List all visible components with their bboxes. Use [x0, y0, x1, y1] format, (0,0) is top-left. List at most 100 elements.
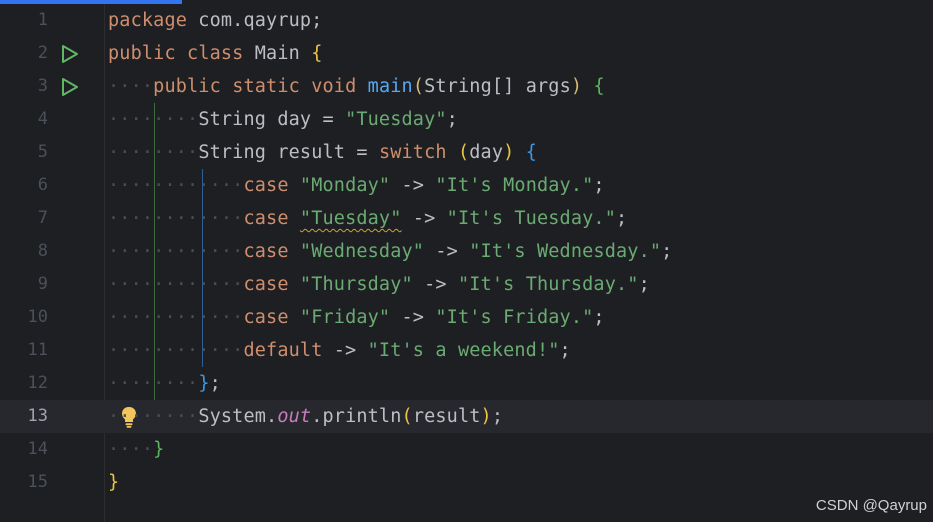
whitespace-dots: ············: [108, 307, 244, 328]
code-line[interactable]: 4 ········String day = "Tuesday";: [0, 103, 933, 136]
line-number[interactable]: 3: [0, 70, 48, 103]
line-number[interactable]: 12: [0, 367, 48, 400]
code-text[interactable]: }: [108, 466, 119, 499]
code-line[interactable]: 7 ············case "Tuesday" -> "It's Tu…: [0, 202, 933, 235]
line-number[interactable]: 9: [0, 268, 48, 301]
code-line[interactable]: 11 ············default -> "It's a weeken…: [0, 334, 933, 367]
string-literal: "It's a weekend!": [367, 340, 560, 361]
semicolon: ;: [616, 208, 628, 229]
whitespace-dots: ········: [108, 142, 199, 163]
run-icon[interactable]: [60, 77, 80, 97]
keyword: public: [153, 76, 221, 97]
string-literal: "Thursday": [299, 274, 413, 295]
paren: (: [412, 76, 425, 97]
code-text[interactable]: ········};: [108, 367, 221, 400]
code-line[interactable]: 9 ············case "Thursday" -> "It's T…: [0, 268, 933, 301]
line-number[interactable]: 14: [0, 433, 48, 466]
code-line[interactable]: 5 ········String result = switch (day) {: [0, 136, 933, 169]
string-literal: "It's Friday.": [435, 307, 594, 328]
paren: ): [480, 406, 492, 427]
variable: day: [469, 142, 504, 163]
brace: }: [108, 472, 120, 493]
line-number[interactable]: 8: [0, 235, 48, 268]
code-text[interactable]: ········String result = switch (day) {: [108, 136, 537, 169]
semicolon: ;: [491, 406, 504, 427]
whitespace-dots: ············: [108, 175, 244, 196]
string-literal: "It's Tuesday.": [446, 208, 616, 229]
method-name: main: [367, 76, 413, 97]
code-text[interactable]: ············case "Tuesday" -> "It's Tues…: [108, 202, 627, 235]
brace: {: [593, 76, 605, 97]
string-literal: "Tuesday": [345, 109, 447, 130]
whitespace-dots: ········: [108, 406, 199, 427]
arrow: ->: [412, 274, 458, 295]
code-text[interactable]: ········System.out.println(result);: [108, 400, 503, 433]
code-line-current[interactable]: 13 ········System.out.println(result);: [0, 400, 933, 433]
keyword: switch: [378, 142, 447, 163]
type: String: [198, 109, 267, 130]
whitespace-dots: ····: [108, 439, 154, 460]
code-line[interactable]: 2 public class Main {: [0, 37, 933, 70]
string-literal: "It's Thursday.": [457, 274, 639, 295]
keyword: case: [243, 307, 289, 328]
code-text[interactable]: ············case "Monday" -> "It's Monda…: [108, 169, 605, 202]
line-number[interactable]: 7: [0, 202, 48, 235]
arrow: ->: [390, 307, 436, 328]
paren: ): [570, 76, 583, 97]
declaration: result =: [266, 142, 379, 163]
watermark: CSDN @Qayrup: [815, 497, 927, 514]
semicolon: ;: [559, 340, 571, 361]
code-line[interactable]: 10 ············case "Friday" -> "It's Fr…: [0, 301, 933, 334]
code-text[interactable]: public class Main {: [108, 37, 323, 70]
code-text[interactable]: ····}: [108, 433, 164, 466]
keyword: case: [243, 175, 289, 196]
params: String[] args: [424, 76, 571, 97]
code-line[interactable]: 8 ············case "Wednesday" -> "It's …: [0, 235, 933, 268]
static-field: out: [277, 406, 312, 427]
keyword: void: [311, 76, 357, 97]
keyword: class: [187, 43, 244, 64]
string-literal: "Monday": [299, 175, 391, 196]
line-number[interactable]: 10: [0, 301, 48, 334]
code-line[interactable]: 1 package com.qayrup;: [0, 4, 933, 37]
string-literal-warning[interactable]: "Tuesday": [300, 208, 402, 229]
code-line[interactable]: 14 ····}: [0, 433, 933, 466]
code-text[interactable]: ············default -> "It's a weekend!"…: [108, 334, 571, 367]
method-call: .println: [311, 406, 402, 427]
semicolon: ;: [638, 274, 650, 295]
code-text[interactable]: ········String day = "Tuesday";: [108, 103, 458, 136]
line-number[interactable]: 5: [0, 136, 48, 169]
run-icon[interactable]: [60, 44, 80, 64]
keyword: case: [243, 208, 289, 229]
line-number[interactable]: 15: [0, 466, 48, 499]
whitespace-dots: ············: [108, 241, 244, 262]
line-number[interactable]: 4: [0, 103, 48, 136]
whitespace-dots: ············: [108, 340, 244, 361]
code-line[interactable]: 12 ········};: [0, 367, 933, 400]
semicolon: ;: [661, 241, 673, 262]
line-number[interactable]: 13: [0, 400, 48, 433]
semicolon: ;: [446, 109, 458, 130]
line-number[interactable]: 11: [0, 334, 48, 367]
variable: result: [412, 406, 481, 427]
arrow: ->: [322, 340, 368, 361]
code-text[interactable]: package com.qayrup;: [108, 4, 322, 37]
code-text[interactable]: ············case "Wednesday" -> "It's We…: [108, 235, 672, 268]
keyword: static: [232, 76, 300, 97]
code-line[interactable]: 15 }: [0, 466, 933, 499]
code-text[interactable]: ············case "Thursday" -> "It's Thu…: [108, 268, 650, 301]
arrow: ->: [424, 241, 470, 262]
line-number[interactable]: 2: [0, 37, 48, 70]
code-line[interactable]: 6 ············case "Monday" -> "It's Mon…: [0, 169, 933, 202]
string-literal: "Wednesday": [299, 241, 425, 262]
code-line[interactable]: 3 ····public static void main(String[] a…: [0, 70, 933, 103]
line-number[interactable]: 6: [0, 169, 48, 202]
code-text[interactable]: ····public static void main(String[] arg…: [108, 70, 605, 103]
code-text[interactable]: ············case "Friday" -> "It's Frida…: [108, 301, 605, 334]
package-name: com.qayrup;: [187, 10, 323, 31]
semicolon: ;: [593, 307, 605, 328]
brace: {: [525, 142, 538, 163]
line-number[interactable]: 1: [0, 4, 48, 37]
whitespace-dots: ············: [108, 208, 244, 229]
declaration: day =: [266, 109, 346, 130]
